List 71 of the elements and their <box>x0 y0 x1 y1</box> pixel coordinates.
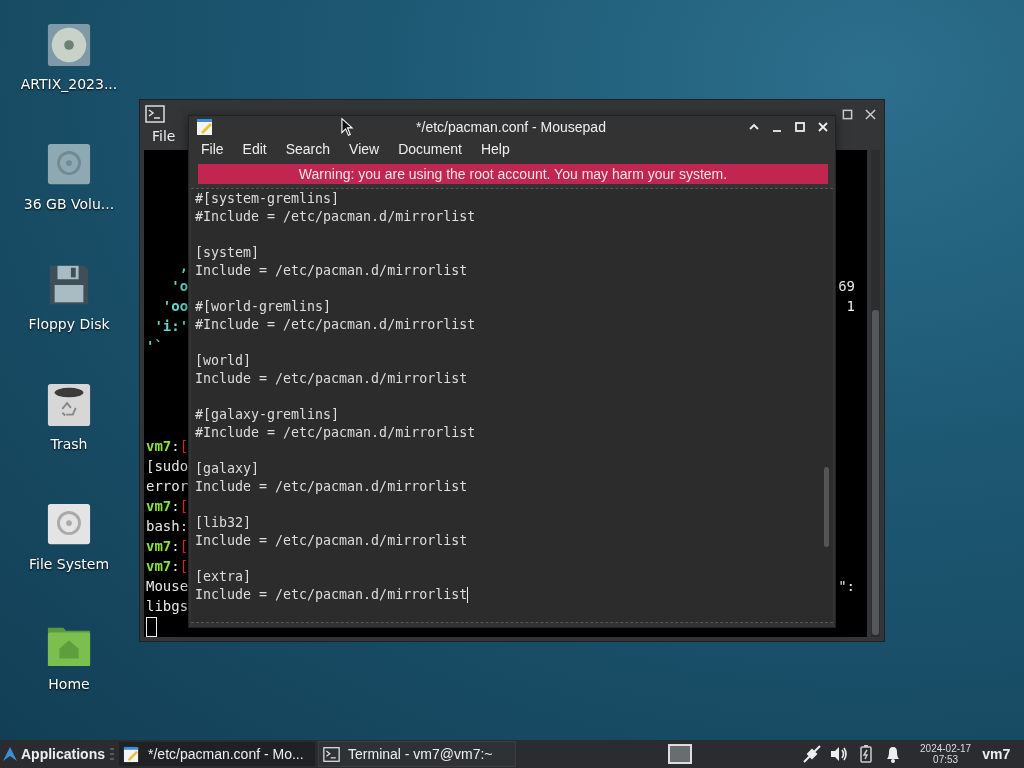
code-line: #Include = /etc/pacman.d/mirrorlist <box>195 316 476 334</box>
terminal-text: 1 <box>846 297 855 316</box>
terminal-text: vm7:[ <box>146 497 189 516</box>
code-line: [world] <box>195 352 253 370</box>
terminal-text: vm7:[ <box>146 437 189 456</box>
code-line: #Include = /etc/pacman.d/mirrorlist <box>195 424 476 442</box>
code-line: #[world-gremlins] <box>195 298 333 316</box>
drag-handle-icon[interactable] <box>110 747 114 761</box>
logo-icon <box>2 746 18 762</box>
terminal-text: 'oo <box>161 297 189 316</box>
notepad-icon <box>123 745 140 763</box>
terminal-text: [sudo <box>146 457 189 476</box>
menu-item[interactable]: Help <box>480 141 510 158</box>
text-editor[interactable] <box>191 188 833 623</box>
time-text: 07:53 <box>933 754 959 765</box>
terminal-text: , <box>178 257 189 276</box>
code-line: Include = /etc/pacman.d/mirrorlist <box>195 586 468 604</box>
trash-icon[interactable] <box>46 382 92 428</box>
menu-item[interactable]: View <box>349 141 380 158</box>
code-line: Include = /etc/pacman.d/mirrorlist <box>195 532 468 550</box>
terminal-cursor <box>146 617 157 637</box>
close-icon[interactable] <box>865 109 876 120</box>
taskbar-button[interactable]: */etc/pacman.conf - Mo... <box>118 741 316 767</box>
menu-item[interactable]: Document <box>398 141 462 158</box>
desktop-icon-label[interactable]: ARTIX_2023... <box>20 76 118 92</box>
applications-menu-button[interactable]: Applications <box>0 740 108 768</box>
terminal-text: libgs <box>146 597 189 616</box>
mouse-pointer-icon <box>341 117 354 137</box>
network-plug-icon[interactable] <box>802 744 822 764</box>
terminal-text: 'i:' <box>153 317 189 336</box>
terminal-text: vm7:[ <box>146 537 189 556</box>
scrollbar-thumb[interactable] <box>872 310 879 635</box>
terminal-text: ": <box>838 577 855 596</box>
menu-item[interactable]: Edit <box>242 141 267 158</box>
warning-banner: Warning: you are using the root account. You may harm your system. <box>198 164 828 184</box>
terminal-text: bash: <box>146 517 189 536</box>
workspace-switcher[interactable] <box>668 744 692 764</box>
code-line: [system] <box>195 244 261 262</box>
terminal-text: 69 <box>838 277 855 296</box>
desktop-icon-label[interactable]: 36 GB Volu... <box>23 196 115 212</box>
code-line: [extra] <box>195 568 253 586</box>
terminal-icon <box>323 745 340 763</box>
taskbar-button[interactable]: Terminal - vm7@vm7:~ <box>318 741 516 767</box>
code-line: [galaxy] <box>195 460 261 478</box>
code-line: Include = /etc/pacman.d/mirrorlist <box>195 262 468 280</box>
code-line: #Include = /etc/pacman.d/mirrorlist <box>195 208 476 226</box>
terminal-icon <box>145 105 165 123</box>
desktop-icon-label[interactable]: Trash <box>50 436 88 452</box>
code-line: #[galaxy-gremlins] <box>195 406 341 424</box>
desktop-icon-label[interactable]: Floppy Disk <box>28 316 110 332</box>
terminal-text: 'o <box>170 277 189 296</box>
menu-item[interactable]: File <box>152 128 176 150</box>
code-line: [lib32] <box>195 514 253 532</box>
code-line: #[system-gremlins] <box>195 190 341 208</box>
code-line: Include = /etc/pacman.d/mirrorlist <box>195 370 468 388</box>
code-line: Include = /etc/pacman.d/mirrorlist <box>195 478 468 496</box>
desktop-icon-label[interactable]: File System <box>28 556 110 572</box>
menu-item[interactable]: File <box>201 141 224 158</box>
desktop-icon-label[interactable]: Home <box>48 676 90 692</box>
terminal-text: '` <box>146 337 163 356</box>
terminal-text: error <box>146 477 189 496</box>
date-text: 2024-02-17 <box>920 743 972 754</box>
maximize-icon[interactable] <box>842 109 853 120</box>
notepad-icon <box>196 118 214 137</box>
user-name[interactable]: vm7 <box>982 746 1011 762</box>
text-cursor <box>467 587 469 603</box>
window-title: */etc/pacman.conf - Mousepad <box>416 119 606 136</box>
terminal-text: Mouse <box>146 577 189 596</box>
menu-item[interactable]: Search <box>285 141 331 158</box>
scrollbar-thumb[interactable] <box>824 467 829 547</box>
terminal-text: vm7:[ <box>146 557 189 576</box>
